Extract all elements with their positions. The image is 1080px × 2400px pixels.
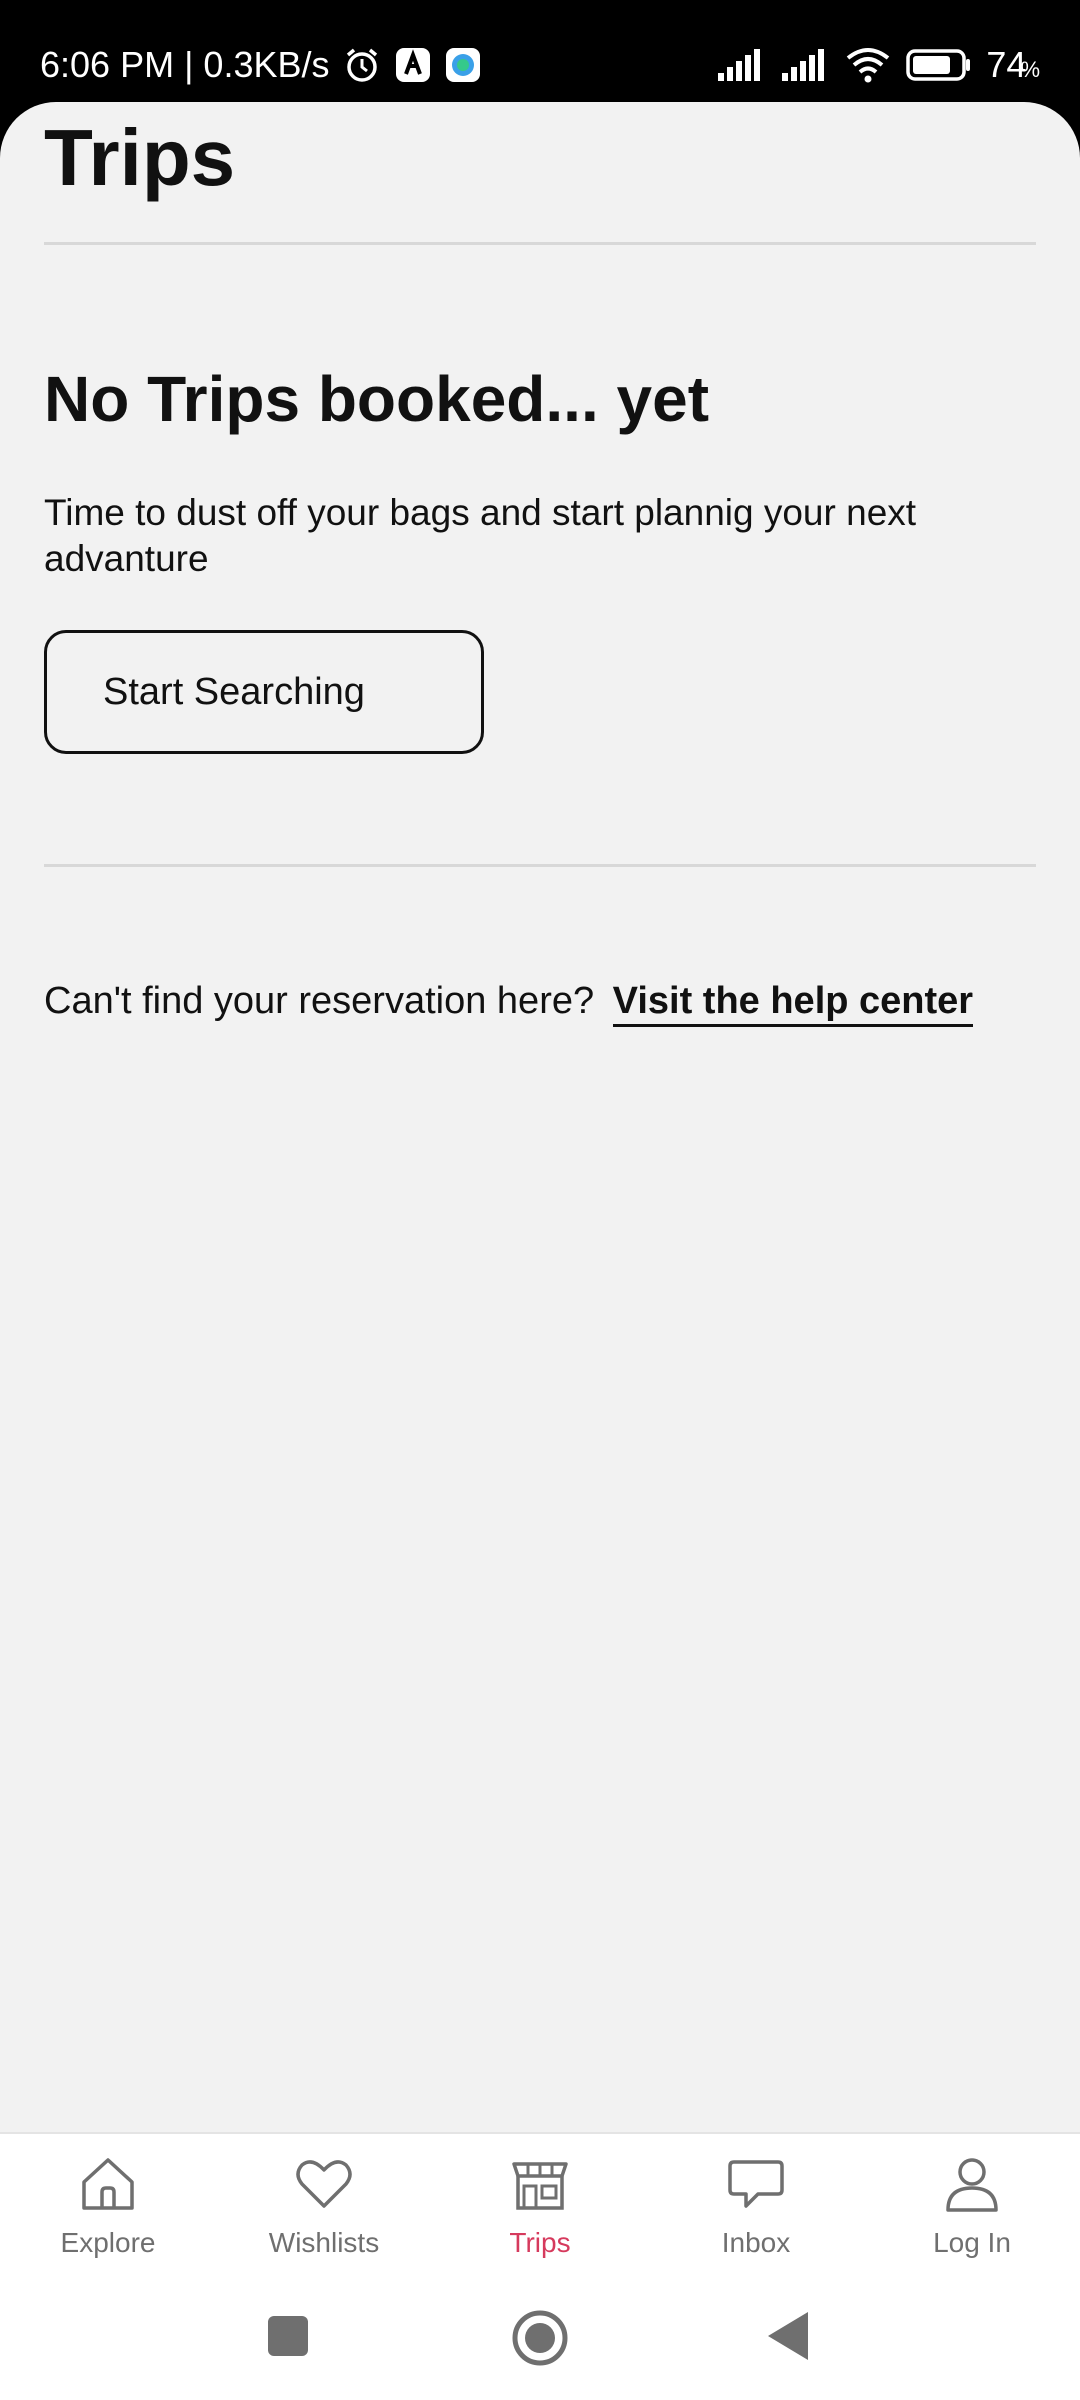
battery-percent-suffix: % [1020,57,1040,82]
nav-item-inbox[interactable]: Inbox [648,2134,864,2302]
app-notification-icon [395,48,430,82]
back-button[interactable] [766,2310,810,2362]
nav-label: Wishlists [268,2227,380,2258]
recents-button[interactable] [266,2314,310,2358]
app-notification-icon [445,48,480,82]
home-button[interactable] [510,2308,570,2368]
heart-icon [296,2160,352,2208]
page-title: Trips [44,113,236,202]
battery-icon [906,49,971,81]
bottom-nav: Explore Wishlists Trips Inbox Log In [0,2132,1080,2302]
battery-percent: 74% [986,44,1040,86]
empty-state-description: Time to dust off your bags and start pla… [44,492,917,579]
nav-label: Log In [933,2227,1011,2258]
status-left: 6:06 PM | 0.3KB/s [40,40,482,90]
status-time: 6:06 PM | 0.3KB/s [40,44,330,85]
divider [44,242,1036,245]
home-icon [82,2158,134,2210]
trips-icon [512,2162,568,2210]
nav-label: Inbox [721,2227,791,2258]
divider [44,864,1036,867]
start-searching-button[interactable]: Start Searching [44,630,484,754]
alarm-icon [346,48,377,82]
help-prompt: Can't find your reservation here? [44,980,595,1022]
status-right: 74% [716,40,1040,90]
nav-label: Trips [509,2227,571,2258]
help-line: Can't find your reservation here? Visit … [44,980,974,1027]
nav-item-explore[interactable]: Explore [0,2134,216,2302]
signal-icon [718,49,761,81]
signal-icon [782,49,825,81]
empty-state-heading: No Trips booked... yet [44,363,709,435]
wifi-icon [847,48,890,83]
nav-item-login[interactable]: Log In [864,2134,1080,2302]
status-bar: 6:06 PM | 0.3KB/s 74% [0,0,1080,104]
person-icon [946,2158,998,2212]
nav-item-wishlists[interactable]: Wishlists [216,2134,432,2302]
system-navigation-bar [0,2300,1080,2400]
nav-item-trips[interactable]: Trips [432,2134,648,2302]
chat-icon [728,2160,784,2208]
help-center-link[interactable]: Visit the help center [612,980,974,1027]
trips-screen: Trips No Trips booked... yet Time to dus… [0,102,1080,2400]
nav-label: Explore [60,2227,156,2258]
